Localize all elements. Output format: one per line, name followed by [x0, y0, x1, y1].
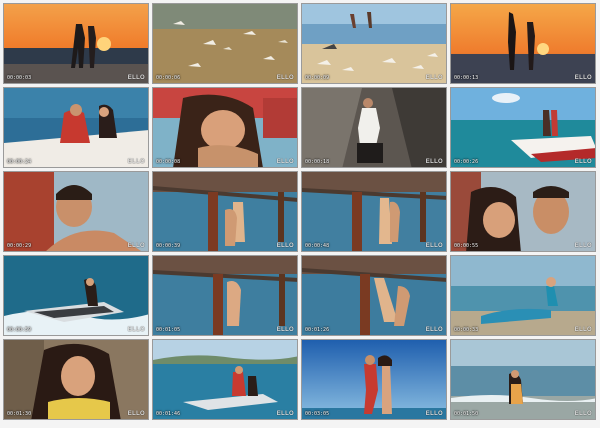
- thumbnail-pier-3[interactable]: 00:01:05 ELLO: [152, 255, 298, 336]
- scene-image: [302, 340, 446, 419]
- timestamp: 00:00:26: [454, 159, 479, 165]
- thumbnail-seagulls-beach[interactable]: 00:00:06 ELLO: [152, 3, 298, 84]
- timestamp: 00:00:48: [305, 243, 330, 249]
- timestamp: 00:00:06: [156, 75, 181, 81]
- thumbnail-couple-blue-sky[interactable]: 00:03:05 ELLO: [301, 339, 447, 420]
- thumbnail-man-shirtless[interactable]: 00:00:29 ELLO: [3, 171, 149, 252]
- thumbnail-jetski-woman[interactable]: 00:00:59 ELLO: [3, 255, 149, 336]
- scene-image: [153, 256, 297, 335]
- scene-image: [302, 256, 446, 335]
- thumbnail-woman-closeup[interactable]: 00:00:08 ELLO: [152, 87, 298, 168]
- timestamp: 00:00:03: [7, 75, 32, 81]
- watermark-logo: ELLO: [425, 75, 443, 81]
- scene-image: [451, 340, 595, 419]
- timestamp: 00:00:08: [156, 159, 181, 165]
- timestamp: 00:00:39: [156, 243, 181, 249]
- watermark-logo: ELLO: [574, 327, 592, 333]
- watermark-logo: ELLO: [574, 75, 592, 81]
- timestamp: 00:01:50: [454, 411, 479, 417]
- scene-image: [302, 4, 446, 83]
- timestamp: 00:01:30: [7, 411, 32, 417]
- timestamp: 00:00:13: [454, 75, 479, 81]
- timestamp: 00:00:59: [7, 327, 32, 333]
- watermark-logo: ELLO: [127, 159, 145, 165]
- scene-image: [302, 88, 446, 167]
- thumbnail-woman-blue-dress[interactable]: 00:00:33 ELLO: [450, 255, 596, 336]
- watermark-logo: ELLO: [127, 411, 145, 417]
- timestamp: 00:03:05: [305, 411, 330, 417]
- timestamp: 00:00:55: [454, 243, 479, 249]
- scene-image: [451, 256, 595, 335]
- watermark-logo: ELLO: [574, 159, 592, 165]
- watermark-logo: ELLO: [276, 411, 294, 417]
- scene-image: [451, 88, 595, 167]
- timestamp: 00:00:24: [7, 159, 32, 165]
- scene-image: [153, 88, 297, 167]
- scene-image: [451, 172, 595, 251]
- watermark-logo: ELLO: [127, 243, 145, 249]
- thumbnail-beach-running[interactable]: 00:00:09 ELLO: [301, 3, 447, 84]
- scene-image: [4, 88, 148, 167]
- thumbnail-couple-jetski[interactable]: 00:01:46 ELLO: [152, 339, 298, 420]
- scene-image: [153, 172, 297, 251]
- thumbnail-sunset-beach-couple[interactable]: 00:00:03 ELLO: [3, 3, 149, 84]
- watermark-logo: ELLO: [425, 243, 443, 249]
- watermark-logo: ELLO: [276, 327, 294, 333]
- scene-image: [153, 4, 297, 83]
- timestamp: 00:00:09: [305, 75, 330, 81]
- thumbnail-woman-shore[interactable]: 00:01:50 ELLO: [450, 339, 596, 420]
- timestamp: 00:00:29: [7, 243, 32, 249]
- thumbnail-pier-1[interactable]: 00:00:39 ELLO: [152, 171, 298, 252]
- scene-image: [4, 340, 148, 419]
- watermark-logo: ELLO: [425, 411, 443, 417]
- watermark-logo: ELLO: [276, 75, 294, 81]
- timestamp: 00:01:05: [156, 327, 181, 333]
- timestamp: 00:00:18: [305, 159, 330, 165]
- timestamp: 00:01:26: [305, 327, 330, 333]
- thumbnail-woman-portrait[interactable]: 00:01:30 ELLO: [3, 339, 149, 420]
- scene-image: [302, 172, 446, 251]
- timestamp: 00:01:46: [156, 411, 181, 417]
- scene-image: [4, 256, 148, 335]
- thumbnail-sunset-dancing[interactable]: 00:00:13 ELLO: [450, 3, 596, 84]
- timestamp: 00:00:33: [454, 327, 479, 333]
- watermark-logo: ELLO: [425, 159, 443, 165]
- thumbnail-grid: 00:00:03 ELLO 00:00:06 ELLO 00:00:09 ELL…: [3, 3, 596, 420]
- thumbnail-man-rocks[interactable]: 00:00:18 ELLO: [301, 87, 447, 168]
- thumbnail-faces-closeup[interactable]: 00:00:55 ELLO: [450, 171, 596, 252]
- watermark-logo: ELLO: [574, 411, 592, 417]
- thumbnail-pier-2[interactable]: 00:00:48 ELLO: [301, 171, 447, 252]
- thumbnail-speedboat[interactable]: 00:00:26 ELLO: [450, 87, 596, 168]
- contact-sheet: 00:00:03 ELLO 00:00:06 ELLO 00:00:09 ELL…: [0, 0, 600, 428]
- scene-image: [153, 340, 297, 419]
- scene-image: [4, 172, 148, 251]
- watermark-logo: ELLO: [127, 327, 145, 333]
- thumbnail-couple-boat[interactable]: 00:00:24 ELLO: [3, 87, 149, 168]
- thumbnail-pier-4[interactable]: 00:01:26 ELLO: [301, 255, 447, 336]
- watermark-logo: ELLO: [276, 243, 294, 249]
- watermark-logo: ELLO: [127, 75, 145, 81]
- watermark-logo: ELLO: [425, 327, 443, 333]
- watermark-logo: ELLO: [276, 159, 294, 165]
- scene-image: [4, 4, 148, 83]
- scene-image: [451, 4, 595, 83]
- watermark-logo: ELLO: [574, 243, 592, 249]
